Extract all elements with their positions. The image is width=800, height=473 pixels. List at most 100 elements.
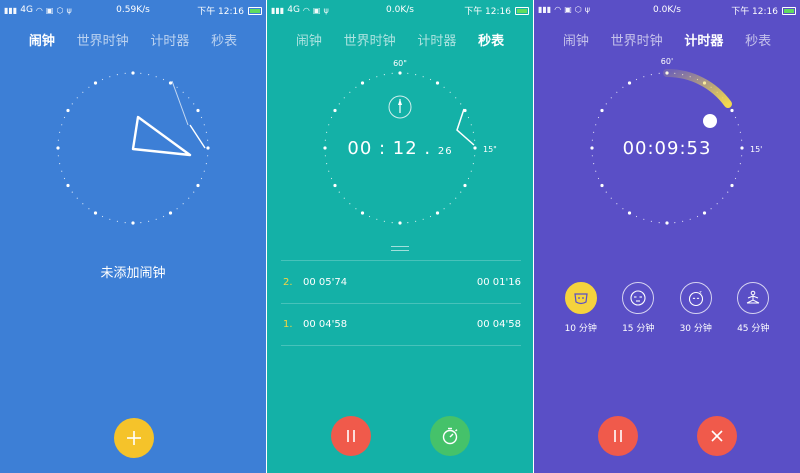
dial-minor-tick (429, 215, 432, 218)
dial-minor-tick (391, 222, 393, 224)
dial-major-tick (131, 71, 135, 75)
dial-minor-tick (328, 170, 330, 172)
dial-minor-tick (82, 91, 84, 93)
analog-clock (56, 71, 210, 225)
dial-minor-tick (605, 191, 607, 193)
dial-minor-tick (59, 131, 61, 133)
add-alarm-button[interactable] (114, 418, 154, 458)
dial-minor-tick (330, 177, 333, 180)
dial-minor-tick (326, 131, 328, 133)
lap-split: 00 04'58 (303, 319, 348, 330)
pause-button[interactable] (331, 416, 371, 456)
compass-icon (388, 95, 412, 119)
dial-minor-tick (76, 197, 78, 199)
dial-major-tick (398, 71, 402, 75)
dial-minor-tick (383, 74, 385, 76)
lap-index: 1. (283, 319, 293, 330)
dial-minor-tick (343, 97, 345, 99)
pause-button[interactable] (598, 416, 638, 456)
preset-label: 45 分钟 (737, 324, 770, 334)
dial-minor-tick (116, 220, 118, 222)
tab-alarm[interactable]: 闹钟 (296, 30, 322, 49)
second-hand (171, 80, 189, 126)
dial-minor-tick (61, 170, 63, 172)
status-time: 下午 12:16 (464, 7, 511, 17)
dial-minor-tick (610, 197, 612, 199)
tab-world-clock[interactable]: 世界时钟 (344, 30, 396, 49)
dial-major-tick (463, 183, 467, 188)
timer-presets: 10 分钟 15 分钟 z 30 分钟 45 分钟 (534, 282, 800, 334)
tab-stopwatch[interactable]: 秒表 (478, 30, 504, 49)
preset-10-min[interactable]: 10 分钟 (565, 282, 597, 334)
dial-minor-tick (635, 215, 638, 218)
tab-timer[interactable]: 计时器 (417, 30, 456, 49)
dial-minor-tick (650, 220, 652, 222)
lap-button[interactable] (430, 416, 470, 456)
lap-list: 2. 00 05'74 00 01'16 1. 00 04'58 00 04'5… (281, 260, 521, 346)
tab-bar: 闹钟 世界时钟 计时器 秒表 (267, 30, 533, 49)
dial-minor-tick (124, 222, 126, 224)
dial-minor-tick (658, 72, 660, 74)
dial-minor-tick (61, 124, 63, 126)
dial-minor-tick (449, 91, 451, 93)
tab-timer[interactable]: 计时器 (684, 30, 723, 49)
close-icon (711, 430, 723, 442)
stopwatch-time-main: 00 : 12 . (347, 138, 432, 159)
dial-minor-tick (449, 203, 451, 205)
dial-major-tick (702, 211, 707, 215)
dial-minor-tick (205, 163, 207, 165)
preset-label: 10 分钟 (564, 324, 597, 334)
dial-minor-tick (148, 74, 150, 76)
tab-world-clock[interactable]: 世界时钟 (611, 30, 663, 49)
dial-minor-tick (182, 203, 184, 205)
dial-minor-tick (338, 103, 340, 105)
battery-icon (782, 6, 796, 15)
tab-stopwatch[interactable]: 秒表 (211, 30, 237, 49)
dial-minor-tick (739, 131, 741, 133)
dial-minor-tick (407, 222, 409, 224)
dial-minor-tick (734, 177, 737, 180)
dial-minor-tick (148, 220, 150, 222)
dial-minor-tick (328, 124, 330, 126)
dial-minor-tick (63, 177, 66, 180)
dial-minor-tick (109, 218, 111, 220)
drag-handle[interactable] (391, 246, 409, 251)
tab-bar: 闹钟 世界时钟 计时器 秒表 (534, 30, 800, 49)
dial-minor-tick (460, 103, 462, 105)
dial-major-tick (627, 211, 632, 215)
dial-label-60: 60' (661, 57, 673, 66)
tab-alarm[interactable]: 闹钟 (29, 30, 55, 49)
dial-major-tick (627, 81, 632, 85)
dial-major-tick (196, 183, 200, 188)
dial-minor-tick (205, 131, 207, 133)
preset-15-min[interactable]: 15 分钟 (622, 282, 654, 334)
preset-45-min[interactable]: 45 分钟 (737, 282, 769, 334)
dial-minor-tick (376, 218, 378, 220)
dial-minor-tick (109, 76, 111, 78)
sleepy-face-icon (630, 290, 646, 306)
nap-face-icon: z (688, 290, 703, 307)
dial-minor-tick (455, 197, 457, 199)
dial-minor-tick (193, 103, 195, 105)
timer-knob[interactable] (703, 114, 717, 128)
dial-minor-tick (622, 208, 624, 210)
meditation-icon (747, 290, 760, 304)
tab-timer[interactable]: 计时器 (150, 30, 189, 49)
tab-alarm[interactable]: 闹钟 (563, 30, 589, 49)
dial-minor-tick (737, 170, 739, 172)
dial-minor-tick (355, 208, 357, 210)
cancel-button[interactable] (697, 416, 737, 456)
dial-minor-tick (76, 97, 78, 99)
status-bar: ▮▮▮ 4G ◠ ▣ ⬡ ψ 0.59K/s 下午 12:16 (0, 0, 266, 22)
battery-icon (248, 6, 262, 15)
dial-minor-tick (472, 131, 474, 133)
tab-stopwatch[interactable]: 秒表 (745, 30, 771, 49)
stopwatch-time: 00 : 12 . 26 (267, 138, 533, 159)
dial-minor-tick (176, 86, 178, 88)
preset-30-min[interactable]: z 30 分钟 (680, 282, 712, 334)
tab-world-clock[interactable]: 世界时钟 (77, 30, 129, 49)
dial-minor-tick (71, 103, 73, 105)
dial-minor-tick (203, 170, 205, 172)
dial-minor-tick (470, 170, 472, 172)
hour-minute-hands (131, 115, 192, 157)
